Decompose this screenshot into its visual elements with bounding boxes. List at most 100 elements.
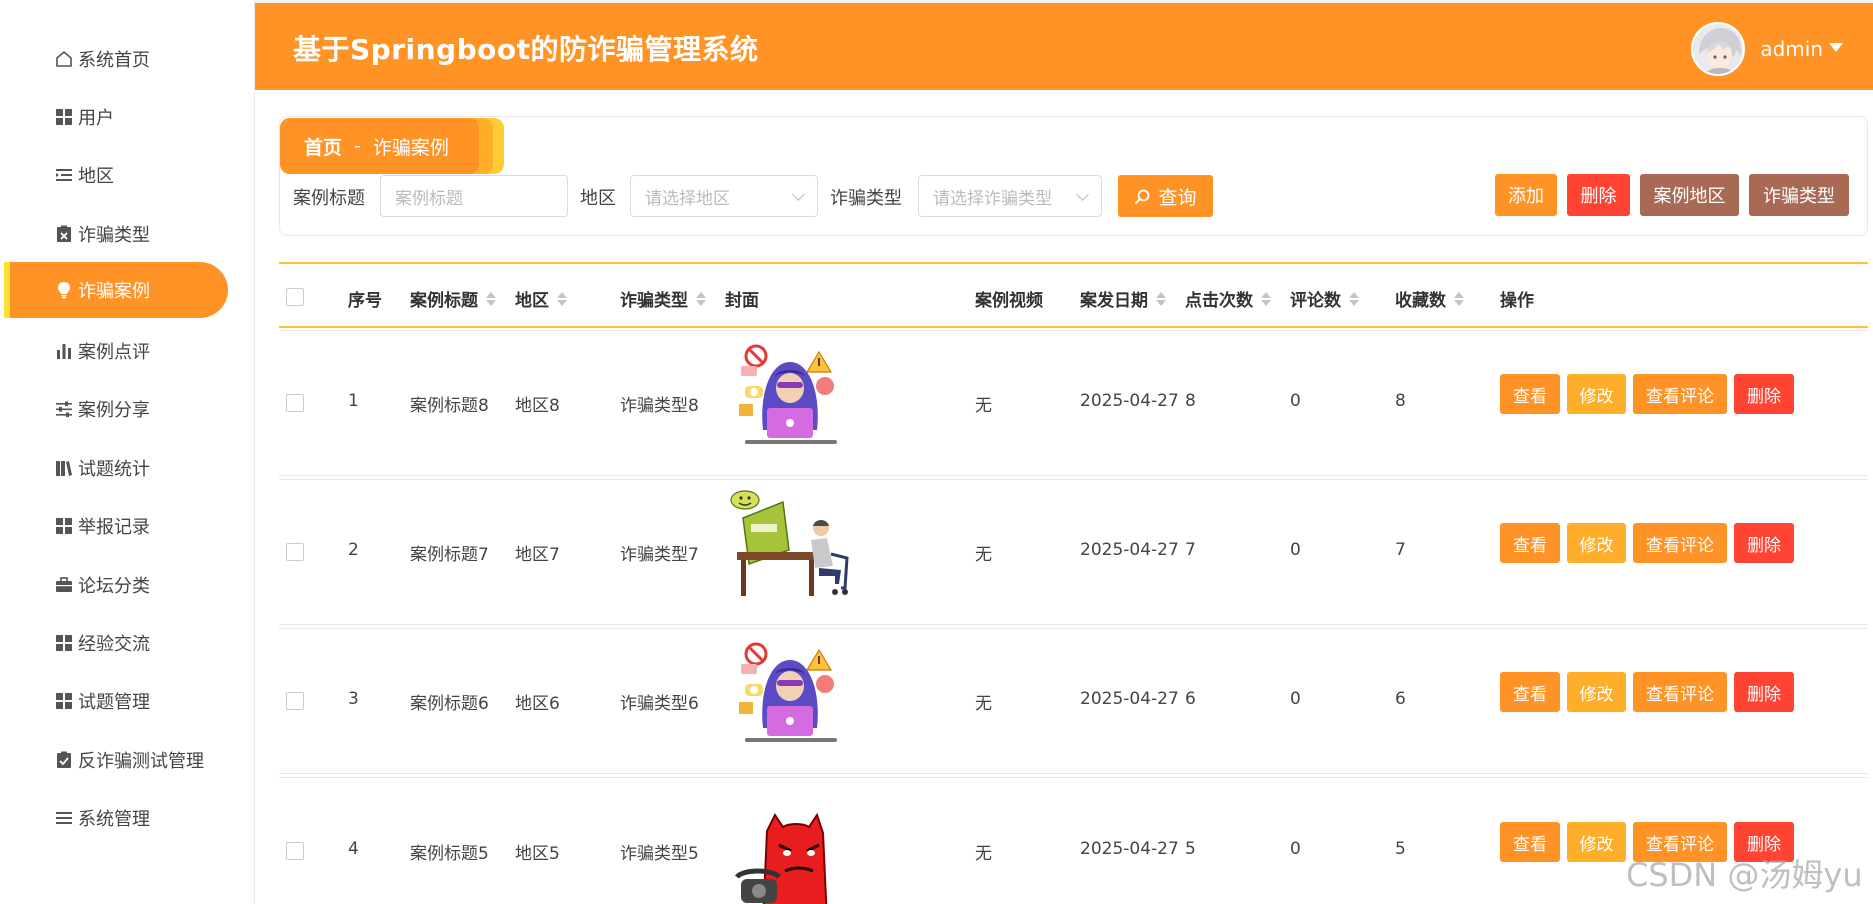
col-clicks[interactable]: 点击次数	[1185, 286, 1271, 311]
sidebar-item-label: 经验交流	[78, 634, 150, 655]
cell-title: 案例标题6	[410, 694, 489, 714]
view-comments-button[interactable]: 查看评论	[1633, 374, 1727, 414]
edit-button[interactable]: 修改	[1567, 374, 1626, 414]
edit-button[interactable]: 修改	[1567, 822, 1626, 862]
fraud-type-button[interactable]: 诈骗类型	[1749, 174, 1849, 216]
cell-region: 地区5	[515, 844, 560, 864]
chevron-down-icon	[792, 188, 805, 201]
sidebar-item-label: 试题管理	[78, 692, 150, 713]
breadcrumb-separator: -	[354, 135, 361, 157]
case-region-button[interactable]: 案例地区	[1640, 174, 1739, 216]
cell-video: 无	[975, 396, 992, 416]
cover-hacker-laptop-image[interactable]	[723, 640, 853, 755]
view-button[interactable]: 查看	[1500, 523, 1560, 563]
view-button[interactable]: 查看	[1500, 374, 1560, 414]
col-type[interactable]: 诈骗类型	[620, 286, 706, 311]
type-select[interactable]: 请选择诈骗类型	[918, 175, 1102, 217]
sidebar-item-users[interactable]: 用户	[0, 89, 228, 145]
col-comments[interactable]: 评论数	[1290, 286, 1359, 311]
sidebar-item-home[interactable]: 系统首页	[0, 31, 228, 87]
cell-title: 案例标题8	[410, 396, 489, 416]
edit-button[interactable]: 修改	[1567, 672, 1626, 712]
sidebar-item-fraud-type[interactable]: 诈骗类型	[0, 206, 228, 262]
sort-icon[interactable]	[486, 291, 496, 307]
delete-button[interactable]: 删除	[1734, 672, 1794, 712]
type-select-placeholder: 请选择诈骗类型	[933, 188, 1052, 209]
cover-loan-trap-image[interactable]	[723, 488, 853, 603]
sidebar-item-label: 诈骗案例	[78, 281, 150, 302]
type-filter-label: 诈骗类型	[830, 188, 902, 209]
sidebar-item-system[interactable]: 系统管理	[0, 790, 228, 846]
sidebar-item-quiz-manage[interactable]: 试题管理	[0, 673, 228, 729]
col-date[interactable]: 案发日期	[1080, 286, 1166, 311]
sort-icon[interactable]	[1349, 291, 1359, 307]
sidebar-item-label: 举报记录	[78, 517, 150, 538]
books-icon	[54, 458, 74, 478]
col-region[interactable]: 地区	[515, 286, 567, 311]
cover-hacker-laptop-image[interactable]	[723, 342, 853, 457]
clipboard-check-icon	[54, 750, 74, 770]
grid-icon	[54, 633, 74, 653]
menu-icon	[54, 808, 74, 828]
watermark: CSDN @汤姆yu	[1626, 856, 1863, 894]
edit-button[interactable]: 修改	[1567, 523, 1626, 563]
app-root: 系统首页 用户 地区 诈骗类型 诈骗案例 案例点评 案例分享 试题统计 举报记录…	[0, 0, 1873, 904]
cell-clicks: 8	[1185, 391, 1196, 411]
briefcase-icon	[54, 575, 74, 595]
row-checkbox[interactable]	[286, 394, 304, 412]
sort-icon[interactable]	[1261, 291, 1271, 307]
cell-video: 无	[975, 545, 992, 565]
sidebar-item-label: 系统首页	[78, 50, 150, 71]
title-filter-input[interactable]: 案例标题	[380, 175, 568, 217]
sort-icon[interactable]	[1156, 291, 1166, 307]
cell-favorites: 7	[1395, 540, 1406, 560]
cell-type: 诈骗类型8	[620, 396, 699, 416]
sidebar-item-label: 用户	[78, 108, 114, 129]
sidebar-item-case-review[interactable]: 案例点评	[0, 323, 228, 379]
cell-region: 地区6	[515, 694, 560, 714]
row-checkbox[interactable]	[286, 543, 304, 561]
view-button[interactable]: 查看	[1500, 822, 1560, 862]
region-select[interactable]: 请选择地区	[630, 175, 818, 217]
grid-icon	[54, 107, 74, 127]
cell-favorites: 5	[1395, 839, 1406, 859]
sidebar-item-label: 反诈骗测试管理	[78, 751, 204, 772]
sidebar-item-anti-fraud-test[interactable]: 反诈骗测试管理	[0, 732, 228, 788]
sidebar-item-experience[interactable]: 经验交流	[0, 615, 228, 671]
sidebar-item-report-records[interactable]: 举报记录	[0, 498, 228, 554]
user-name[interactable]: admin	[1760, 37, 1823, 61]
sidebar-item-fraud-case[interactable]: 诈骗案例	[4, 262, 228, 318]
view-comments-button[interactable]: 查看评论	[1633, 672, 1727, 712]
caret-down-icon[interactable]	[1829, 43, 1843, 52]
sliders-icon	[54, 399, 74, 419]
sidebar-item-forum-category[interactable]: 论坛分类	[0, 557, 228, 613]
row-checkbox[interactable]	[286, 692, 304, 710]
batch-delete-button[interactable]: 删除	[1567, 174, 1630, 216]
col-cover: 封面	[725, 291, 759, 311]
sort-icon[interactable]	[696, 291, 706, 307]
chevron-down-icon	[1076, 188, 1089, 201]
grid-icon	[54, 691, 74, 711]
breadcrumb-home[interactable]: 首页	[304, 133, 342, 160]
avatar[interactable]	[1691, 22, 1745, 76]
search-button[interactable]: 查询	[1118, 175, 1213, 217]
sidebar-item-region[interactable]: 地区	[0, 147, 228, 203]
view-comments-button[interactable]: 查看评论	[1633, 523, 1727, 563]
sidebar-item-quiz-stats[interactable]: 试题统计	[0, 440, 228, 496]
col-favorites[interactable]: 收藏数	[1395, 286, 1464, 311]
sort-icon[interactable]	[1454, 291, 1464, 307]
col-title[interactable]: 案例标题	[410, 286, 496, 311]
delete-button[interactable]: 删除	[1734, 523, 1794, 563]
add-button[interactable]: 添加	[1495, 174, 1557, 216]
sidebar-item-case-share[interactable]: 案例分享	[0, 381, 228, 437]
select-all-checkbox[interactable]	[286, 288, 304, 306]
cell-date: 2025-04-27	[1080, 391, 1179, 411]
cover-phone-devil-image[interactable]	[723, 811, 853, 904]
row-checkbox[interactable]	[286, 842, 304, 860]
sort-icon[interactable]	[557, 291, 567, 307]
region-filter-label: 地区	[580, 188, 616, 209]
view-button[interactable]: 查看	[1500, 672, 1560, 712]
delete-button[interactable]: 删除	[1734, 374, 1794, 414]
table-row: 3 案例标题6 地区6 诈骗类型6 无 2025-04-27 6 0 6 查看 …	[279, 628, 1868, 774]
bar-chart-icon	[54, 341, 74, 361]
